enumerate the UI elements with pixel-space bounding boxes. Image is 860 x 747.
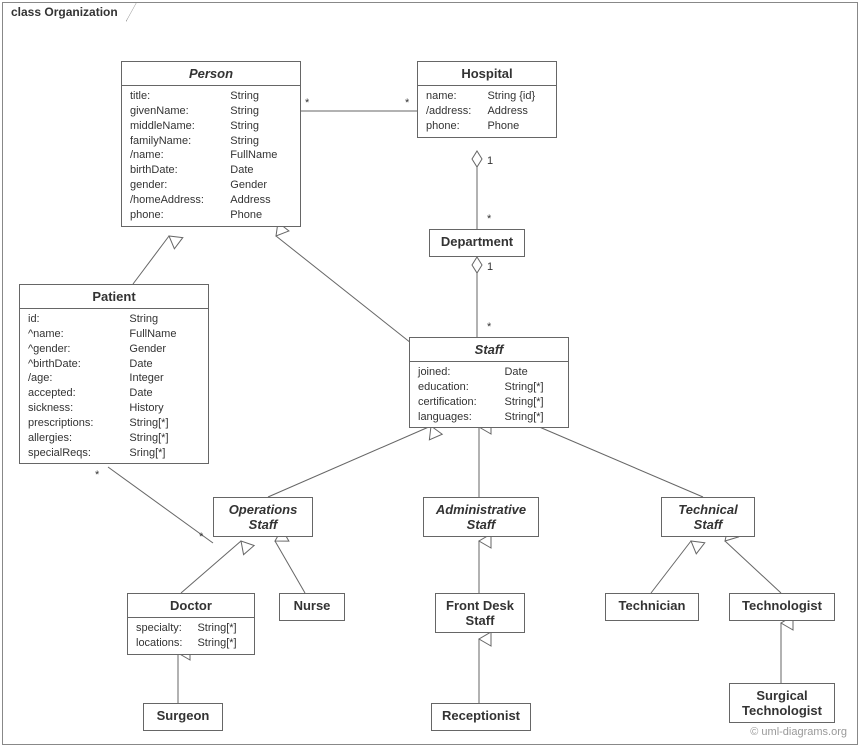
class-doctor: Doctor specialty:String[*]locations:Stri… — [127, 593, 255, 655]
class-doctor-name: Doctor — [128, 594, 254, 618]
class-receptionist: Receptionist — [431, 703, 531, 731]
mult-patient-ops-o: * — [199, 531, 203, 543]
class-technologist-name: Technologist — [730, 594, 834, 617]
class-surgical-technologist: SurgicalTechnologist — [729, 683, 835, 723]
class-surgical-technologist-name: SurgicalTechnologist — [730, 684, 834, 722]
class-staff-attrs: joined:Dateeducation:String[*]certificat… — [410, 362, 568, 427]
class-patient-name: Patient — [20, 285, 208, 309]
class-administrative-staff: AdministrativeStaff — [423, 497, 539, 537]
class-operations-staff: OperationsStaff — [213, 497, 313, 537]
class-hospital: Hospital name:String {id}/address:Addres… — [417, 61, 557, 138]
mult-hosp-dept-1: 1 — [487, 155, 493, 167]
class-patient: Patient id:String^name:FullName^gender:G… — [19, 284, 209, 464]
class-receptionist-name: Receptionist — [432, 704, 530, 727]
class-front-desk-staff: Front DeskStaff — [435, 593, 525, 633]
class-front-desk-staff-name: Front DeskStaff — [436, 594, 524, 632]
class-staff: Staff joined:Dateeducation:String[*]cert… — [409, 337, 569, 428]
class-nurse-name: Nurse — [280, 594, 344, 617]
mult-dept-staff-star: * — [487, 321, 491, 333]
class-nurse: Nurse — [279, 593, 345, 621]
class-surgeon-name: Surgeon — [144, 704, 222, 727]
class-technical-staff-name: TechnicalStaff — [662, 498, 754, 536]
mult-person-side: * — [305, 97, 309, 109]
class-person-name: Person — [122, 62, 300, 86]
class-technical-staff: TechnicalStaff — [661, 497, 755, 537]
class-operations-staff-name: OperationsStaff — [214, 498, 312, 536]
class-doctor-attrs: specialty:String[*]locations:String[*] — [128, 618, 254, 654]
frame-label-text: class Organization — [11, 5, 118, 19]
watermark: © uml-diagrams.org — [750, 726, 847, 738]
class-technician-name: Technician — [606, 594, 698, 617]
class-surgeon: Surgeon — [143, 703, 223, 731]
class-hospital-name: Hospital — [418, 62, 556, 86]
class-technician: Technician — [605, 593, 699, 621]
mult-patient-ops-p: * — [95, 469, 99, 481]
mult-hospital-side: * — [405, 97, 409, 109]
class-staff-name: Staff — [410, 338, 568, 362]
mult-dept-staff-1: 1 — [487, 261, 493, 273]
frame-label: class Organization — [2, 2, 127, 21]
class-technologist: Technologist — [729, 593, 835, 621]
mult-hosp-dept-star: * — [487, 213, 491, 225]
class-administrative-staff-name: AdministrativeStaff — [424, 498, 538, 536]
diagram-frame: class Organization — [2, 2, 858, 745]
class-patient-attrs: id:String^name:FullName^gender:Gender^bi… — [20, 309, 208, 463]
class-department-name: Department — [430, 230, 524, 253]
class-hospital-attrs: name:String {id}/address:Addressphone:Ph… — [418, 86, 556, 137]
class-person: Person title:StringgivenName:Stringmiddl… — [121, 61, 301, 227]
class-person-attrs: title:StringgivenName:StringmiddleName:S… — [122, 86, 300, 226]
class-department: Department — [429, 229, 525, 257]
